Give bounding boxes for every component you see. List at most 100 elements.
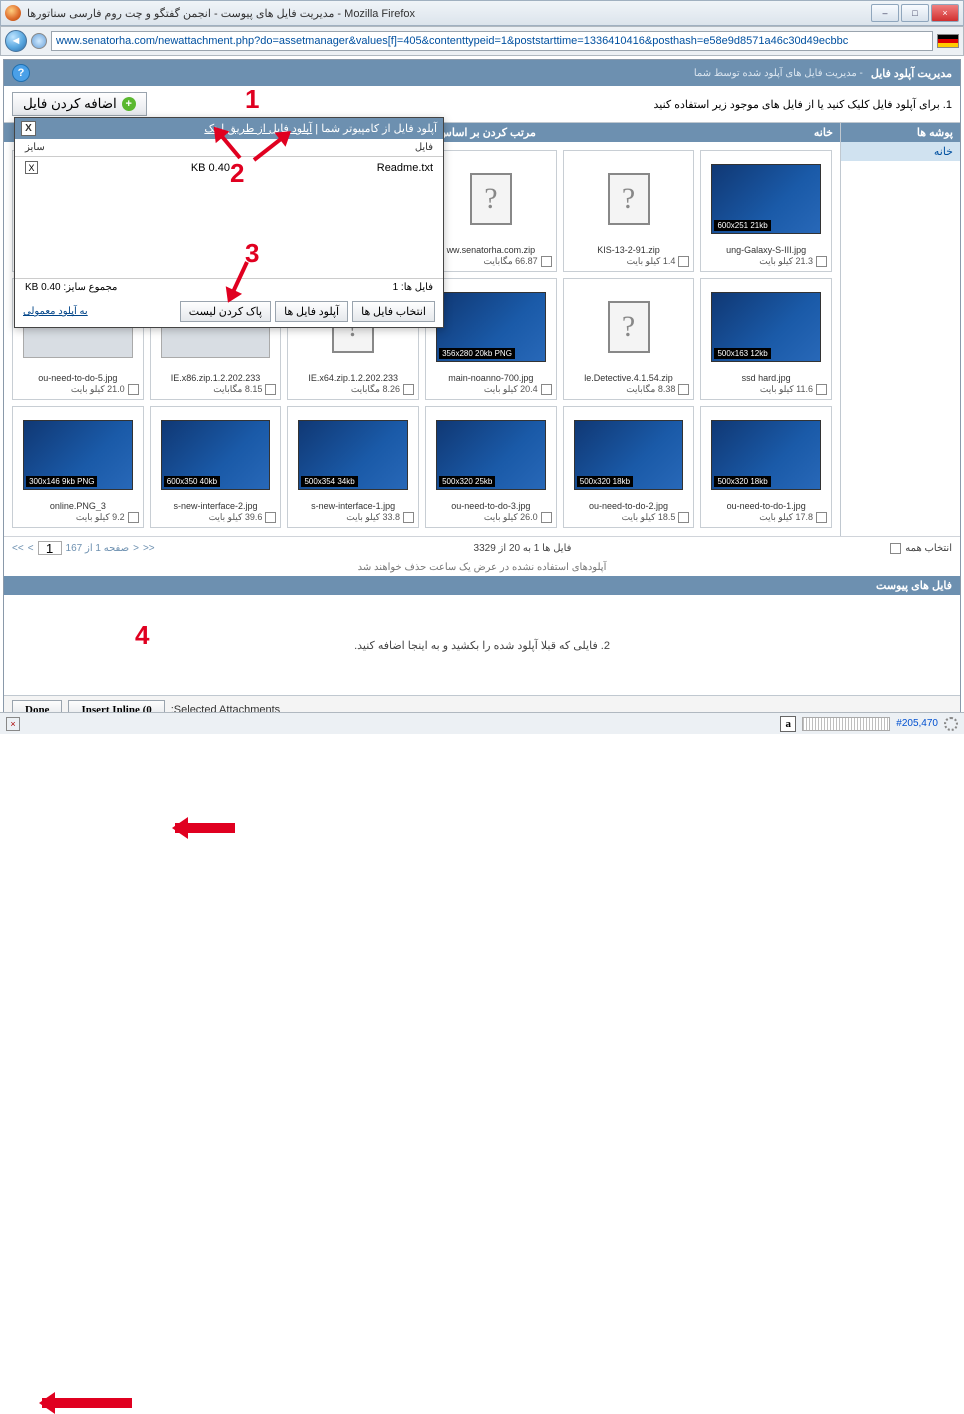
language-flag-icon[interactable] bbox=[937, 34, 959, 48]
clear-list-button[interactable]: پاک کردن لیست bbox=[180, 301, 271, 322]
thumb-checkbox[interactable] bbox=[678, 384, 689, 395]
thumb-checkbox[interactable] bbox=[816, 256, 827, 267]
thumb-size: 21.3 کیلو بایت bbox=[759, 256, 813, 267]
thumb-filename: s-new-interface-1.jpg bbox=[292, 499, 414, 511]
thumb-size: 21.0 کیلو بایت bbox=[71, 384, 125, 395]
thumb-checkbox[interactable] bbox=[541, 384, 552, 395]
sort-label: مرتب کردن بر اساس: bbox=[435, 126, 536, 139]
thumb-checkbox[interactable] bbox=[265, 384, 276, 395]
file-name: Readme.txt bbox=[377, 162, 433, 174]
thumb-checkbox[interactable] bbox=[816, 384, 827, 395]
arrow-4 bbox=[42, 1398, 132, 1408]
thumbnail[interactable]: ?le.Detective.4.1.54.zip8.38 مگابایت bbox=[563, 278, 695, 400]
url-toolbar: ◄ www.senatorha.com/newattachment.php?do… bbox=[0, 26, 964, 56]
thumb-filename: online.PNG_3 bbox=[17, 499, 139, 511]
thumbnail[interactable]: 500x320 25kbou-need-to-do-3.jpg26.0 کیلو… bbox=[425, 406, 557, 528]
panel-subtitle: - مدیریت فایل های آپلود شده توسط شما bbox=[694, 68, 863, 79]
thumb-filename: 1.2.202.233.IE.x86.zip bbox=[155, 371, 277, 383]
maximize-button[interactable]: □ bbox=[901, 4, 929, 22]
thumb-checkbox[interactable] bbox=[816, 512, 827, 523]
thumb-filename: main-noanno-700.jpg bbox=[430, 371, 552, 383]
upload-files-button[interactable]: آپلود فایل ها bbox=[275, 301, 348, 322]
thumb-filename: ou-need-to-do-2.jpg bbox=[568, 499, 690, 511]
close-button[interactable]: × bbox=[931, 4, 959, 22]
thumbnail[interactable]: 500x163 12kbssd hard.jpg11.6 کیلو بایت bbox=[700, 278, 832, 400]
thumb-checkbox[interactable] bbox=[541, 256, 552, 267]
back-button[interactable]: ◄ bbox=[5, 30, 27, 52]
thumbnail[interactable]: ?ww.senatorha.com.zip66.87 مگابایت bbox=[425, 150, 557, 272]
select-all-checkbox[interactable] bbox=[890, 543, 901, 554]
upload-tab-link[interactable]: آپلود فایل از طریق لینک bbox=[204, 122, 312, 135]
thumbnail[interactable]: 500x320 18kbou-need-to-do-1.jpg17.8 کیلو… bbox=[700, 406, 832, 528]
url-field[interactable]: www.senatorha.com/newattachment.php?do=a… bbox=[51, 31, 933, 51]
thumb-size: 26.0 کیلو بایت bbox=[484, 512, 538, 523]
thumb-filename: KIS-13-2-91.zip bbox=[568, 243, 690, 255]
thumb-filename: ung-Galaxy-S-III.jpg bbox=[705, 243, 827, 255]
upload-dialog: آپلود فایل از کامپیوتر شما | آپلود فایل … bbox=[14, 117, 444, 328]
pager-next[interactable]: > bbox=[133, 543, 139, 554]
upload-tab-computer[interactable]: آپلود فایل از کامپیوتر شما bbox=[321, 122, 437, 135]
thumb-checkbox[interactable] bbox=[265, 512, 276, 523]
stop-icon[interactable]: × bbox=[6, 717, 20, 731]
thumb-checkbox[interactable] bbox=[678, 256, 689, 267]
gear-icon[interactable] bbox=[944, 717, 958, 731]
thumbnail[interactable]: ?KIS-13-2-91.zip1.4 کیلو بایت bbox=[563, 150, 695, 272]
select-all-label: انتخاب همه bbox=[905, 543, 952, 554]
panel-title: مدیریت آپلود فایل bbox=[871, 67, 952, 80]
instruction-text: 1. برای آپلود فایل کلیک کنید یا از فایل … bbox=[653, 98, 952, 111]
status-bar: × a #205,470 bbox=[0, 712, 964, 734]
window-titlebar: مدیریت فایل های پیوست - انجمن گفتگو و چت… bbox=[0, 0, 964, 26]
file-count: فایل ها: 1 bbox=[393, 282, 433, 293]
cleanup-notice: آپلودهای استفاده نشده در عرض یک ساعت حذف… bbox=[4, 559, 960, 576]
thumbnail[interactable]: 500x354 34kbs-new-interface-1.jpg33.8 کی… bbox=[287, 406, 419, 528]
site-identity-icon[interactable] bbox=[31, 33, 47, 49]
remove-file-button[interactable]: X bbox=[25, 161, 38, 174]
thumb-checkbox[interactable] bbox=[403, 384, 414, 395]
pager-first[interactable]: << bbox=[12, 543, 24, 554]
thumbnail[interactable]: 500x320 18kbou-need-to-do-2.jpg18.5 کیلو… bbox=[563, 406, 695, 528]
plus-icon: + bbox=[122, 97, 136, 111]
thumb-size: 9.2 کیلو بایت bbox=[76, 512, 125, 523]
add-file-label: اضافه کردن فایل bbox=[23, 96, 117, 112]
pager-last[interactable]: >> bbox=[143, 543, 155, 554]
status-rank: #205,470 bbox=[896, 718, 938, 729]
thumb-filename: ww.senatorha.com.zip bbox=[430, 243, 552, 255]
firefox-icon bbox=[5, 5, 21, 21]
thumbnail[interactable]: 300x146 9kb PNGonline.PNG_39.2 کیلو بایت bbox=[12, 406, 144, 528]
pager-prev[interactable]: < bbox=[28, 543, 34, 554]
add-file-button[interactable]: + اضافه کردن فایل bbox=[12, 92, 147, 116]
dialog-close-button[interactable]: X bbox=[21, 121, 36, 136]
thumb-size: 18.5 کیلو بایت bbox=[622, 512, 676, 523]
thumb-size: 8.15 مگابایت bbox=[213, 384, 262, 395]
thumbnail[interactable]: 356x280 20kb PNGmain-noanno-700.jpg20.4 … bbox=[425, 278, 557, 400]
breadcrumb-home[interactable]: خانه bbox=[814, 126, 833, 139]
folder-home[interactable]: خانه bbox=[841, 142, 960, 161]
showing-info: فایل ها 1 به 20 از 3329 bbox=[474, 543, 572, 554]
thumb-checkbox[interactable] bbox=[403, 512, 414, 523]
alexa-icon[interactable]: a bbox=[780, 716, 796, 732]
file-size: KB 0.40 bbox=[191, 162, 230, 174]
drop-text: 2. فایلی که قبلا آپلود شده را بکشید و به… bbox=[354, 639, 610, 652]
thumb-size: 1.4 کیلو بایت bbox=[627, 256, 676, 267]
minimize-button[interactable]: – bbox=[871, 4, 899, 22]
thumbnail[interactable]: 600x350 40kbs-new-interface-2.jpg39.6 کی… bbox=[150, 406, 282, 528]
folders-header: پوشه ها bbox=[841, 123, 960, 142]
arrow-1 bbox=[175, 823, 235, 833]
drop-zone[interactable]: 2. فایلی که قبلا آپلود شده را بکشید و به… bbox=[4, 595, 960, 695]
total-size: مجموع سایز: KB 0.40 bbox=[25, 282, 117, 293]
thumb-checkbox[interactable] bbox=[128, 512, 139, 523]
help-icon[interactable]: ? bbox=[12, 64, 30, 82]
thumb-filename: s-new-interface-2.jpg bbox=[155, 499, 277, 511]
thumb-checkbox[interactable] bbox=[541, 512, 552, 523]
switch-uploader-link[interactable]: به آپلود معمولی bbox=[23, 306, 88, 317]
thumbnail[interactable]: 600x251 21kbung-Galaxy-S-III.jpg21.3 کیل… bbox=[700, 150, 832, 272]
thumb-filename: le.Detective.4.1.54.zip bbox=[568, 371, 690, 383]
pager-page-input[interactable] bbox=[38, 541, 62, 555]
thumb-checkbox[interactable] bbox=[128, 384, 139, 395]
thumb-size: 33.8 کیلو بایت bbox=[346, 512, 400, 523]
thumb-size: 11.6 کیلو بایت bbox=[760, 384, 813, 395]
th-file: فایل bbox=[415, 142, 433, 153]
select-files-button[interactable]: انتخاب فایل ها bbox=[352, 301, 435, 322]
thumb-size: 39.6 کیلو بایت bbox=[209, 512, 263, 523]
thumb-checkbox[interactable] bbox=[678, 512, 689, 523]
